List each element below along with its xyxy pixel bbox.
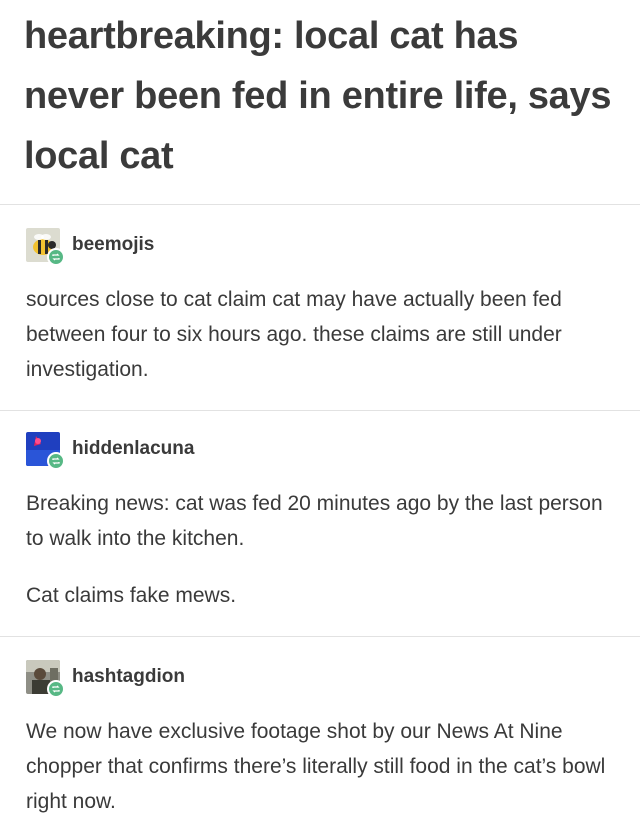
reblog-text: We now have exclusive footage shot by ou… (26, 720, 606, 813)
reblog-header: hashtagdion (26, 660, 526, 700)
reblog-text: sources close to cat claim cat may have … (26, 288, 562, 381)
reblog-header: beemojis (26, 228, 526, 268)
reblog-text: Cat claims fake mews. (26, 584, 237, 607)
username-link[interactable]: hiddenlacuna (72, 438, 194, 460)
reblog-icon (47, 680, 65, 698)
avatar[interactable] (26, 432, 65, 470)
divider (0, 204, 640, 205)
avatar[interactable] (26, 228, 65, 266)
username-link[interactable]: beemojis (72, 234, 154, 256)
post-title: heartbreaking: local cat has never been … (24, 15, 612, 177)
reblog-text: Breaking news: cat was fed 20 minutes ag… (26, 492, 603, 550)
avatar[interactable] (26, 660, 65, 698)
reblog-icon (47, 248, 65, 266)
reblog-header: hiddenlacuna (26, 432, 526, 472)
reblog-icon (47, 452, 65, 470)
divider (0, 410, 640, 411)
username-link[interactable]: hashtagdion (72, 666, 185, 688)
divider (0, 636, 640, 637)
